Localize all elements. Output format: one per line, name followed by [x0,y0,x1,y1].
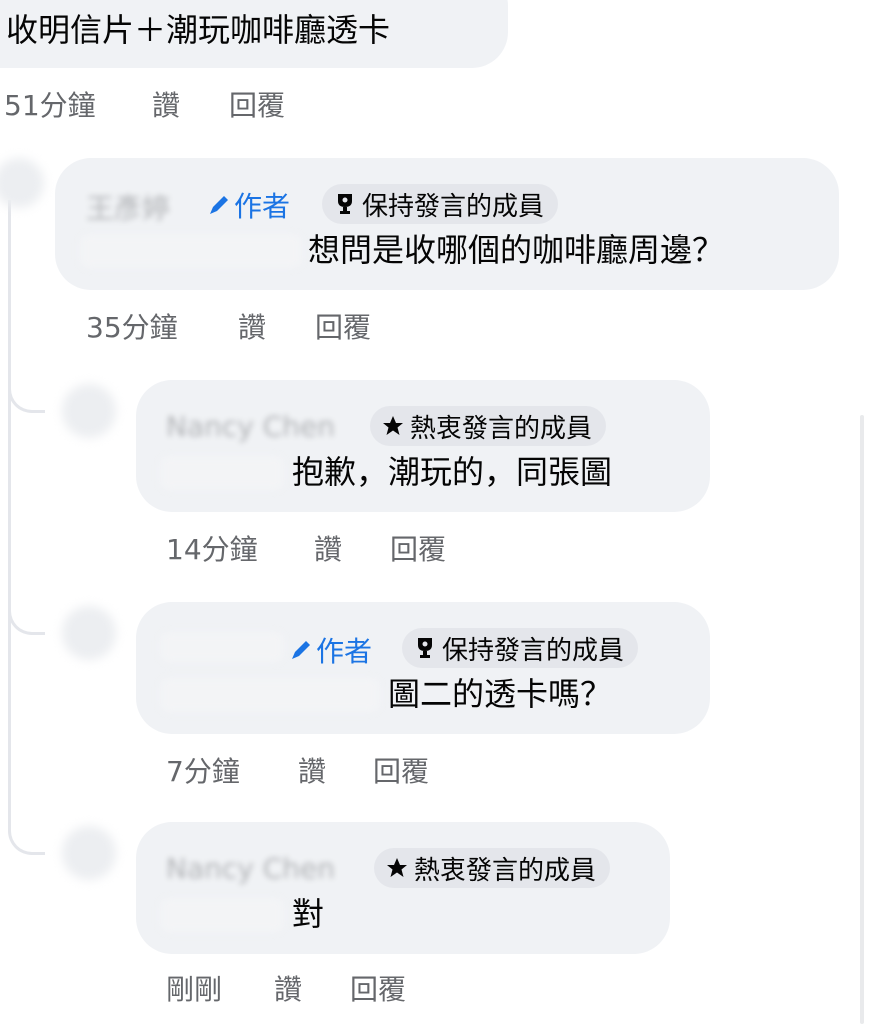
avatar[interactable] [62,826,116,880]
reply-time[interactable]: 7分鐘 [166,750,240,790]
star-icon [383,416,403,435]
pen-icon [210,196,228,214]
trophy-icon [418,638,432,658]
comment-text: 想問是收哪個的咖啡廳周邊？ [308,231,725,269]
reply-button[interactable]: 回覆 [315,306,371,346]
reply-button[interactable]: 回覆 [390,528,446,568]
thread-connector [8,800,45,855]
badge-text: 保持發言的成員 [362,191,545,222]
pen-icon [292,641,310,659]
comment-bubble [55,158,839,290]
member-badge: 保持發言的成員 [402,628,639,668]
like-button[interactable]: 讚 [314,528,342,568]
thread-line [8,200,11,820]
redacted-text [160,898,284,932]
commenter-name[interactable]: Nancy Chen [166,852,335,885]
like-button[interactable]: 讚 [152,84,180,124]
thread-connector [8,360,45,413]
like-button[interactable]: 讚 [238,306,266,346]
reply-bubble [136,822,670,954]
member-badge: 熱衷發言的成員 [374,848,611,888]
avatar[interactable] [62,606,116,660]
avatar[interactable] [0,158,44,208]
redacted-text [160,678,380,712]
member-badge: 熱衷發言的成員 [370,406,607,446]
author-label: 作者 [288,630,372,670]
reply-button[interactable]: 回覆 [350,968,406,1008]
avatar[interactable] [62,384,116,438]
reply-bubble [136,380,710,512]
reply-bubble [136,602,710,734]
reply-text: 抱歉，潮玩的，同張圖 [292,453,613,491]
reply-time[interactable]: 剛剛 [166,968,222,1008]
comment-time[interactable]: 35分鐘 [86,306,178,346]
like-button[interactable]: 讚 [274,968,302,1008]
thread-connector [8,580,45,635]
author-label: 作者 [206,185,290,225]
badge-text: 保持發言的成員 [442,635,625,666]
like-button[interactable]: 讚 [298,750,326,790]
reply-button[interactable]: 回覆 [229,84,285,124]
redacted-text [160,456,284,490]
author-label-text: 作者 [234,190,291,223]
reply-button[interactable]: 回覆 [373,750,429,790]
redacted-name [160,632,284,662]
comment-time[interactable]: 51分鐘 [4,84,96,124]
scrollbar[interactable] [860,415,864,1024]
member-badge: 保持發言的成員 [322,184,559,224]
author-label-text: 作者 [316,635,373,668]
comment-text: 收明信片＋潮玩咖啡廳透卡 [6,11,391,49]
trophy-icon [338,194,352,214]
commenter-name[interactable]: Nancy Chen [166,410,335,443]
commenter-name[interactable]: 王彥婷 [86,187,170,227]
star-icon [387,858,407,877]
redacted-text [80,234,302,268]
badge-text: 熱衷發言的成員 [414,855,597,886]
reply-time[interactable]: 14分鐘 [166,528,258,568]
badge-text: 熱衷發言的成員 [410,413,593,444]
reply-text: 對 [292,895,325,933]
reply-text: 圖二的透卡嗎？ [388,675,613,713]
